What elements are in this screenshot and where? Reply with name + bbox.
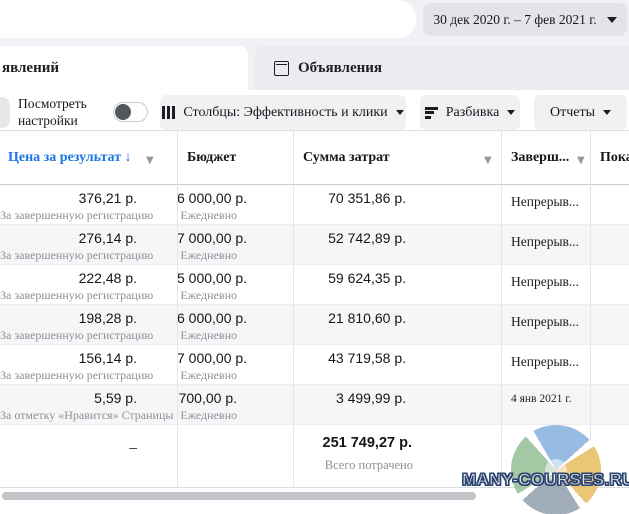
budget-value: 5 000,00 р. — [177, 270, 237, 286]
cost-note: За завершенную регистрацию — [0, 368, 137, 383]
columns-button-label: Столбцы: Эффективность и клики — [183, 105, 387, 121]
table-row[interactable]: 5,59 р. За отметку «Нравится» Страницы 70… — [0, 385, 629, 425]
date-range-label: 30 дек 2020 г. – 7 фев 2021 г. — [433, 12, 596, 28]
cost-note: За отметку «Нравится» Страницы — [0, 408, 137, 423]
table-row[interactable]: 376,21 р. За завершенную регистрацию 6 00… — [0, 185, 629, 225]
column-header-budget[interactable]: Бюджет — [187, 150, 236, 166]
column-header-impressions[interactable]: Показы — [600, 150, 629, 166]
end-value: Непрерыв... — [511, 194, 590, 210]
end-value: Непрерыв... — [511, 234, 590, 250]
toolbar-cutoff-button[interactable] — [0, 97, 10, 128]
table-row[interactable]: 198,28 р. За завершенную регистрацию 6 00… — [0, 305, 629, 345]
column-divider — [590, 130, 591, 489]
chevron-down-icon — [603, 110, 611, 115]
cost-value: 156,14 р. — [0, 350, 137, 366]
tab-ads[interactable]: Объявления — [255, 46, 629, 90]
table-row[interactable]: 156,14 р. За завершенную регистрацию 7 00… — [0, 345, 629, 385]
end-value: Непрерыв... — [511, 274, 590, 290]
chevron-down-icon — [607, 17, 617, 23]
reports-button-label: Отчеты — [550, 105, 595, 121]
cost-value: 222,48 р. — [0, 270, 137, 286]
budget-value: 6 000,00 р. — [177, 310, 237, 326]
tab-ad-sets-partial[interactable]: явлений — [0, 46, 248, 90]
table-row[interactable]: 276,14 р. За завершенную регистрацию 7 00… — [0, 225, 629, 265]
table-row[interactable]: 222,48 р. За завершенную регистрацию 5 00… — [0, 265, 629, 305]
column-menu-icon[interactable]: ▼ — [484, 155, 492, 166]
horizontal-scrollbar[interactable] — [2, 492, 476, 500]
sort-desc-icon: ↓ — [125, 150, 132, 165]
budget-value: 7 000,00 р. — [177, 350, 237, 366]
totals-spent-note: Всего потрачено — [293, 458, 413, 473]
breakdown-icon — [425, 107, 438, 119]
budget-value: 700,00 р. — [177, 390, 237, 406]
chevron-down-icon — [396, 110, 404, 115]
cost-value: 198,28 р. — [0, 310, 137, 326]
cost-note: За завершенную регистрацию — [0, 288, 137, 303]
spent-value: 70 351,86 р. — [293, 190, 406, 206]
column-menu-icon[interactable]: ▼ — [146, 155, 154, 166]
spent-value: 59 624,35 р. — [293, 270, 406, 286]
view-settings-label: Посмотреть настройки — [18, 96, 87, 129]
view-settings-toggle[interactable] — [113, 102, 148, 122]
totals-spent-value: 251 749,27 р. — [293, 435, 412, 451]
end-date-value: 4 янв 2021 г. — [511, 393, 590, 405]
totals-cost-dash: – — [0, 439, 137, 455]
cost-value: 276,14 р. — [0, 230, 137, 246]
cost-value: 5,59 р. — [0, 390, 137, 406]
budget-note: Ежедневно — [177, 208, 237, 223]
column-menu-icon[interactable]: ▼ — [577, 155, 585, 166]
tab-ads-label: Объявления — [298, 60, 382, 77]
chevron-down-icon — [507, 110, 515, 115]
date-range-picker[interactable]: 30 дек 2020 г. – 7 фев 2021 г. — [423, 3, 627, 36]
watermark-text: MANY-COURSES.RU — [462, 470, 629, 490]
cost-value: 376,21 р. — [0, 190, 137, 206]
column-divider — [293, 130, 294, 489]
breakdown-button-label: Разбивка — [446, 105, 500, 121]
toggle-knob — [115, 104, 131, 120]
end-value: Непрерыв... — [511, 354, 590, 370]
end-value: Непрерыв... — [511, 314, 590, 330]
breakdown-button[interactable]: Разбивка — [420, 95, 520, 130]
spent-value: 52 742,89 р. — [293, 230, 406, 246]
budget-note: Ежедневно — [177, 328, 237, 343]
table-header: Цена за результат ↓ ▼ Бюджет Сумма затра… — [0, 130, 629, 185]
column-header-end[interactable]: Заверш... — [511, 150, 569, 166]
column-header-spent[interactable]: Сумма затрат — [303, 150, 390, 166]
spent-value: 43 719,58 р. — [293, 350, 406, 366]
cost-note: За завершенную регистрацию — [0, 208, 137, 223]
budget-note: Ежедневно — [177, 288, 237, 303]
ads-manager-screen: 30 дек 2020 г. – 7 фев 2021 г. явлений О… — [0, 0, 629, 514]
columns-icon — [162, 106, 175, 119]
budget-value: 6 000,00 р. — [177, 190, 237, 206]
budget-value: 7 000,00 р. — [177, 230, 237, 246]
ads-tab-icon — [274, 61, 289, 76]
reports-button[interactable]: Отчеты — [534, 95, 627, 130]
spent-value: 3 499,99 р. — [293, 390, 406, 406]
column-divider — [501, 130, 502, 489]
cost-note: За завершенную регистрацию — [0, 328, 137, 343]
budget-note: Ежедневно — [177, 368, 237, 383]
top-search-bar[interactable] — [0, 0, 416, 38]
columns-button[interactable]: Столбцы: Эффективность и клики — [160, 95, 406, 130]
budget-note: Ежедневно — [177, 248, 237, 263]
column-header-cost[interactable]: Цена за результат ↓ — [8, 150, 132, 166]
spent-value: 21 810,60 р. — [293, 310, 406, 326]
tab-ad-sets-label: явлений — [2, 60, 59, 77]
column-divider — [177, 130, 178, 489]
budget-note: Ежедневно — [177, 408, 237, 423]
cost-note: За завершенную регистрацию — [0, 248, 137, 263]
